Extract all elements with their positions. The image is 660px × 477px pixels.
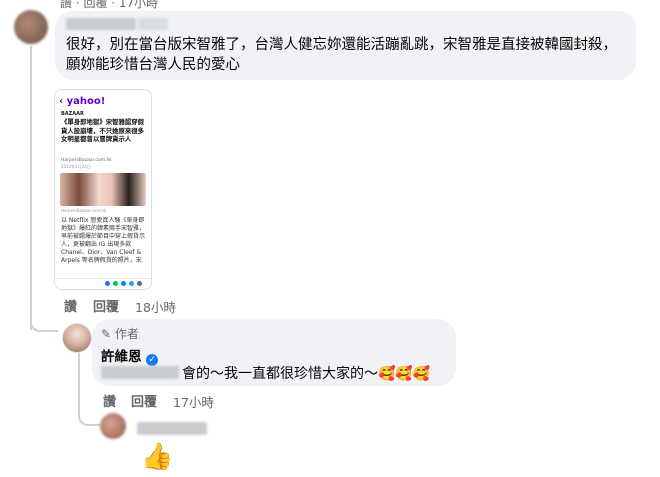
reply-button[interactable]: 回覆 bbox=[93, 296, 119, 315]
photo-credit: HarpersBazaar.com.hk bbox=[61, 208, 107, 213]
commenter-avatar[interactable] bbox=[14, 10, 48, 44]
commenter3-name-blurred[interactable] bbox=[137, 422, 207, 435]
reply-text: 會的～我一直都很珍惜大家的～🥰🥰🥰 bbox=[182, 363, 430, 383]
comment-text: 很好，別在當台版宋智雅了，台灣人健忘妳還能活蹦亂跳，宋智雅是直接被韓國封殺，願妳… bbox=[66, 37, 617, 73]
thread-line bbox=[30, 46, 32, 330]
share-icon-facebook bbox=[105, 281, 110, 286]
previous-comment-actions: 讚 · 回覆 · 17小時 bbox=[60, 0, 158, 11]
commenter3-avatar[interactable] bbox=[100, 413, 126, 439]
share-icon-line bbox=[113, 281, 118, 286]
commenter-name-blurred-2 bbox=[138, 18, 168, 30]
like-button[interactable]: 讚 bbox=[64, 296, 77, 315]
reply-reply-button[interactable]: 回覆 bbox=[131, 391, 157, 410]
bazaar-tag: BAZAAR bbox=[61, 111, 84, 117]
attached-screenshot[interactable]: ‹ yahoo! BAZAAR 《單身即地獄》宋智雅認穿假貨人設崩壞，不只她原來… bbox=[54, 89, 152, 290]
reply-author-name-text: 許維恩 bbox=[101, 349, 142, 365]
thread-line-curve bbox=[30, 312, 58, 332]
reply-thread-line-curve bbox=[78, 402, 100, 426]
reply-author-name[interactable]: 許維恩 ✓ bbox=[101, 345, 159, 366]
yahoo-logo: yahoo! bbox=[66, 96, 106, 107]
article-source: HarpersBazaar.com.hk bbox=[61, 158, 112, 163]
article-date: 2022年1月24日 bbox=[61, 164, 91, 169]
share-icon-messenger bbox=[121, 281, 126, 286]
thumbs-up-emoji: 👍 bbox=[141, 442, 174, 472]
article-photo bbox=[60, 173, 146, 206]
comment-timestamp[interactable]: 18小時 bbox=[135, 297, 176, 316]
back-chevron-icon: ‹ bbox=[59, 96, 64, 107]
previous-comment-actions-text: 讚 · 回覆 · 17小時 bbox=[60, 0, 159, 10]
share-icons bbox=[107, 164, 147, 179]
author-avatar[interactable] bbox=[62, 323, 92, 353]
reply-timestamp[interactable]: 17小時 bbox=[173, 392, 214, 411]
share-icon-twitter bbox=[129, 281, 134, 286]
share-bar bbox=[55, 278, 151, 289]
author-badge-label: 作者 bbox=[114, 327, 139, 341]
verified-badge-icon: ✓ bbox=[146, 354, 159, 366]
article-body: 以 Netflix 戀愛真人騷《單身即地獄》爆紅的韓素兩手宋智雅，早前被踢爆於節… bbox=[61, 217, 145, 264]
pencil-icon: ✎ bbox=[101, 327, 112, 341]
reply-like-button[interactable]: 讚 bbox=[103, 391, 116, 410]
share-icon-more bbox=[137, 281, 142, 286]
commenter-name-blurred[interactable] bbox=[66, 18, 136, 30]
yahoo-header: ‹ yahoo! bbox=[59, 96, 105, 107]
author-badge: ✎ 作者 bbox=[101, 325, 139, 342]
smiling-hearts-emoji: 🥰🥰🥰 bbox=[378, 366, 431, 382]
reply-text-body: 會的～我一直都很珍惜大家的～ bbox=[182, 366, 378, 382]
mentioned-name-blurred[interactable] bbox=[101, 366, 179, 379]
article-headline: 《單身即地獄》宋智雅認穿假貨人設崩壞，不只她原來很多女明星都曾以冒牌貨示人 bbox=[61, 118, 145, 144]
